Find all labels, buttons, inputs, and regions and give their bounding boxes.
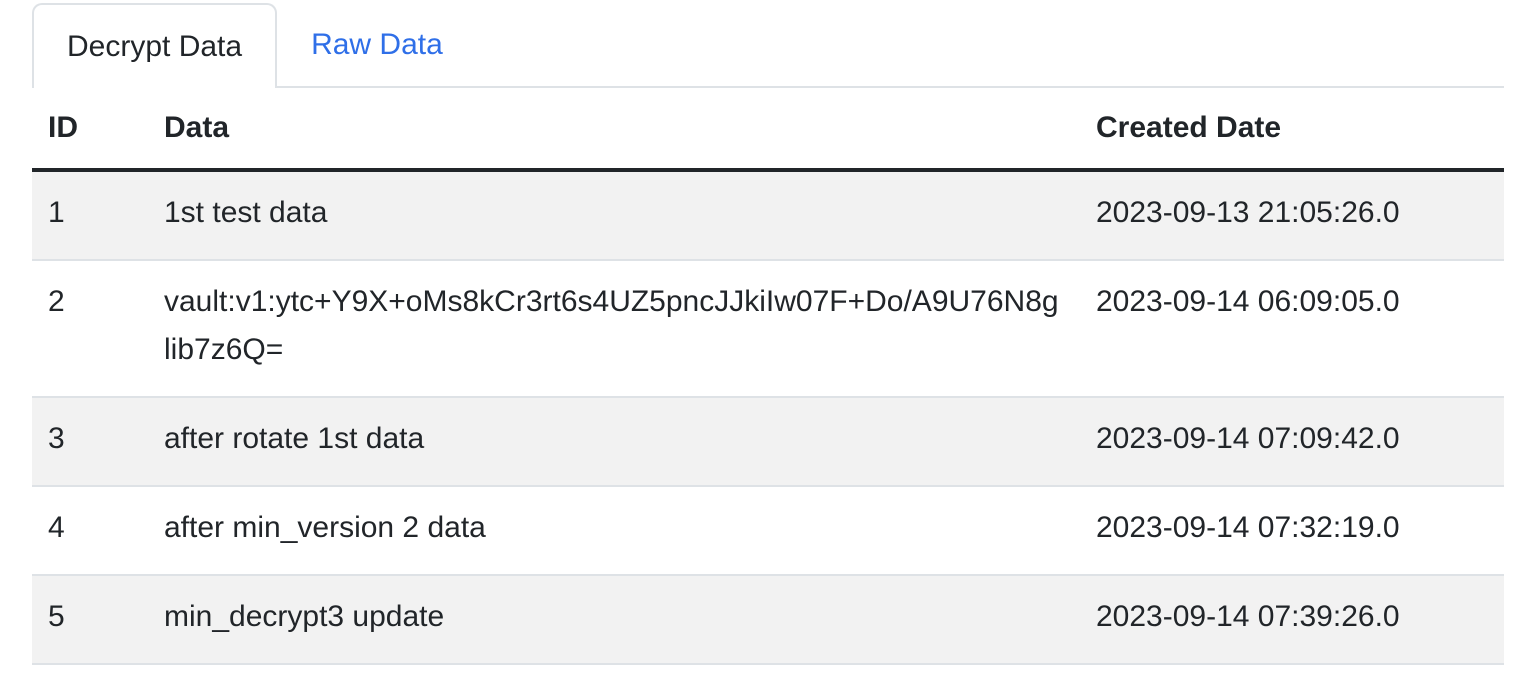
cell-data: vault:v1:ytc+Y9X+oMs8kCr3rt6s4UZ5pncJJki… [148, 260, 1080, 398]
cell-created-date: 2023-09-14 07:09:42.0 [1080, 397, 1504, 487]
table-row: 3 after rotate 1st data 2023-09-14 07:09… [32, 397, 1504, 487]
data-table: ID Data Created Date 1 1st test data 202… [32, 88, 1504, 665]
cell-id: 4 [32, 486, 148, 576]
data-panel: Decrypt Data Raw Data ID Data Created Da… [32, 3, 1504, 665]
cell-id: 3 [32, 397, 148, 487]
cell-data: 1st test data [148, 170, 1080, 261]
cell-created-date: 2023-09-13 21:05:26.0 [1080, 170, 1504, 261]
tab-raw-data[interactable]: Raw Data [277, 3, 477, 86]
cell-created-date: 2023-09-14 07:32:19.0 [1080, 486, 1504, 576]
table-row: 5 min_decrypt3 update 2023-09-14 07:39:2… [32, 575, 1504, 665]
column-header-id: ID [32, 88, 148, 172]
cell-created-date: 2023-09-14 07:39:26.0 [1080, 575, 1504, 665]
tab-decrypt-data[interactable]: Decrypt Data [32, 3, 278, 88]
header-row: ID Data Created Date [32, 88, 1504, 172]
table-body: 1 1st test data 2023-09-13 21:05:26.0 2 … [32, 170, 1504, 665]
column-header-data: Data [148, 88, 1080, 172]
table-row: 4 after min_version 2 data 2023-09-14 07… [32, 486, 1504, 576]
table-row: 1 1st test data 2023-09-13 21:05:26.0 [32, 170, 1504, 261]
cell-data: after rotate 1st data [148, 397, 1080, 487]
cell-id: 2 [32, 260, 148, 398]
cell-id: 5 [32, 575, 148, 665]
cell-data: after min_version 2 data [148, 486, 1080, 576]
tab-bar: Decrypt Data Raw Data [32, 3, 1504, 88]
cell-id: 1 [32, 170, 148, 261]
table-row: 2 vault:v1:ytc+Y9X+oMs8kCr3rt6s4UZ5pncJJ… [32, 260, 1504, 398]
table-header: ID Data Created Date [32, 88, 1504, 172]
cell-created-date: 2023-09-14 06:09:05.0 [1080, 260, 1504, 398]
column-header-created-date: Created Date [1080, 88, 1504, 172]
cell-data: min_decrypt3 update [148, 575, 1080, 665]
